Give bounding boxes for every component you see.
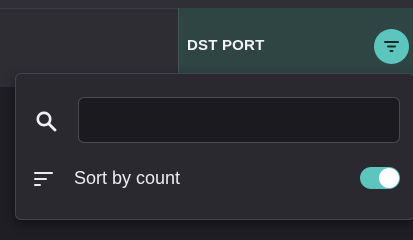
filter-search-input[interactable] [78, 97, 400, 143]
search-icon [36, 111, 57, 132]
column-title: DST PORT [187, 37, 265, 54]
column-filter-button[interactable] [374, 29, 409, 64]
table-view: DST PORT Sort by count [0, 0, 413, 222]
sort-icon [34, 172, 53, 186]
filter-icon [384, 41, 399, 52]
column-filter-popover: Sort by count [15, 73, 413, 220]
toggle-knob [379, 168, 399, 188]
sort-by-count-toggle[interactable] [360, 167, 400, 189]
sort-by-count-label: Sort by count [74, 168, 181, 188]
